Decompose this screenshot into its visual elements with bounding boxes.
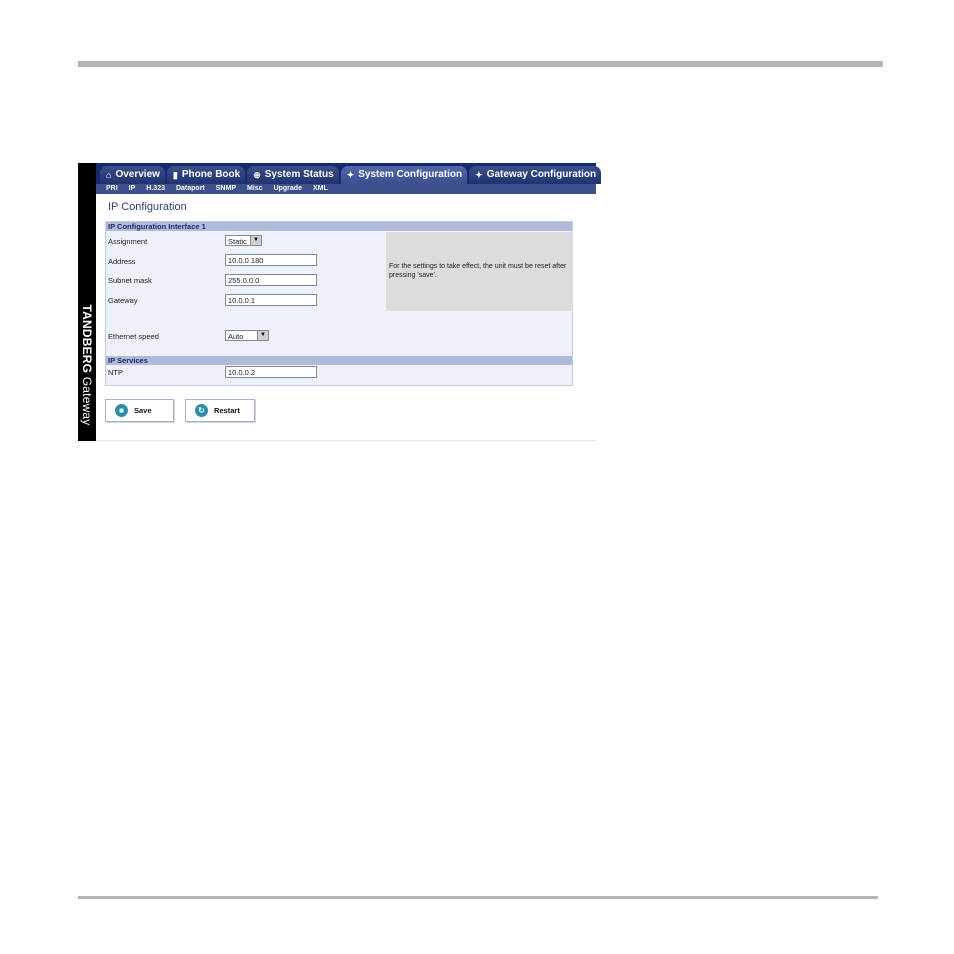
brand-strip: TANDBERG Gateway xyxy=(78,163,96,441)
save-button[interactable]: ■ Save xyxy=(105,399,174,422)
subnet-mask-input[interactable]: 255.0.0.0 xyxy=(225,274,317,286)
tab-label: Overview xyxy=(115,169,160,180)
wrench-icon: ✦ xyxy=(475,170,483,180)
ntp-input[interactable]: 10.0.0.2 xyxy=(225,366,317,378)
tab-system-configuration[interactable]: ✦ System Configuration xyxy=(340,166,468,184)
subnav-snmp[interactable]: SNMP xyxy=(216,184,236,194)
subnav-h323[interactable]: H.323 xyxy=(146,184,165,194)
brand-product: Gateway xyxy=(80,376,94,426)
page-title: IP Configuration xyxy=(108,201,187,213)
tab-overview[interactable]: ⌂ Overview xyxy=(100,166,165,184)
brand-logo: TANDBERG Gateway xyxy=(80,304,94,425)
dropdown-arrow-icon: ▼ xyxy=(257,331,268,340)
settings-note-box: For the settings to take effect, the uni… xyxy=(386,232,573,311)
tab-label: System Status xyxy=(264,169,334,180)
ethernet-speed-label: Ethernet speed xyxy=(108,332,159,341)
settings-note: For the settings to take effect, the uni… xyxy=(389,263,567,279)
ntp-label: NTP xyxy=(108,368,123,377)
main-content: IP Configuration IP Configuration Interf… xyxy=(96,194,596,441)
tab-gateway-configuration[interactable]: ✦ Gateway Configuration xyxy=(469,166,602,184)
subnav-dataport[interactable]: Dataport xyxy=(176,184,205,194)
sub-navigation: PRI IP H.323 Dataport SNMP Misc Upgrade … xyxy=(96,184,596,194)
restart-button-label: Restart xyxy=(214,406,240,415)
top-rule xyxy=(78,61,883,67)
tab-phone-book[interactable]: ▮ Phone Book xyxy=(166,166,246,184)
subnet-mask-label: Subnet mask xyxy=(108,276,152,285)
subnav-misc[interactable]: Misc xyxy=(247,184,263,194)
ip-config-panel: IP Configuration Interface 1 For the set… xyxy=(105,221,573,386)
tab-system-status[interactable]: ⊕ System Status xyxy=(247,166,339,184)
restart-icon: ↻ xyxy=(195,404,208,417)
tab-label: Gateway Configuration xyxy=(486,169,597,180)
top-navigation: ⌂ Overview ▮ Phone Book ⊕ System Status … xyxy=(96,163,602,194)
home-icon: ⌂ xyxy=(106,170,112,180)
assignment-select[interactable]: Static ▼ xyxy=(225,235,262,246)
gateway-screenshot: TANDBERG Gateway ⌂ Overview ▮ Phone Book… xyxy=(78,163,602,441)
dropdown-arrow-icon: ▼ xyxy=(250,236,261,245)
book-icon: ▮ xyxy=(172,170,178,180)
section-header-ip-services: IP Services xyxy=(106,356,572,365)
gateway-label: Gateway xyxy=(108,296,138,305)
assignment-value: Static xyxy=(228,237,247,246)
ethernet-speed-select[interactable]: Auto ▼ xyxy=(225,330,269,341)
assignment-label: Assignment xyxy=(108,237,148,246)
save-icon: ■ xyxy=(115,404,128,417)
save-button-label: Save xyxy=(134,406,152,415)
subnav-upgrade[interactable]: Upgrade xyxy=(274,184,302,194)
subnav-ip[interactable]: IP xyxy=(129,184,136,194)
bottom-rule xyxy=(78,896,878,899)
gateway-input[interactable]: 10.0.0.1 xyxy=(225,294,317,306)
tab-label: Phone Book xyxy=(181,169,241,180)
subnav-xml[interactable]: XML xyxy=(313,184,328,194)
address-label: Address xyxy=(108,257,136,266)
section-header-interface: IP Configuration Interface 1 xyxy=(106,222,572,231)
ethernet-speed-value: Auto xyxy=(228,332,244,341)
brand-name: TANDBERG xyxy=(80,304,94,374)
subnav-pri[interactable]: PRI xyxy=(106,184,118,194)
tab-label: System Configuration xyxy=(358,169,463,180)
restart-button[interactable]: ↻ Restart xyxy=(185,399,255,422)
wrench-icon: ✦ xyxy=(346,170,355,180)
status-icon: ⊕ xyxy=(253,170,261,180)
main-tabs: ⌂ Overview ▮ Phone Book ⊕ System Status … xyxy=(100,166,603,184)
address-input[interactable]: 10.0.0.180 xyxy=(225,254,317,266)
